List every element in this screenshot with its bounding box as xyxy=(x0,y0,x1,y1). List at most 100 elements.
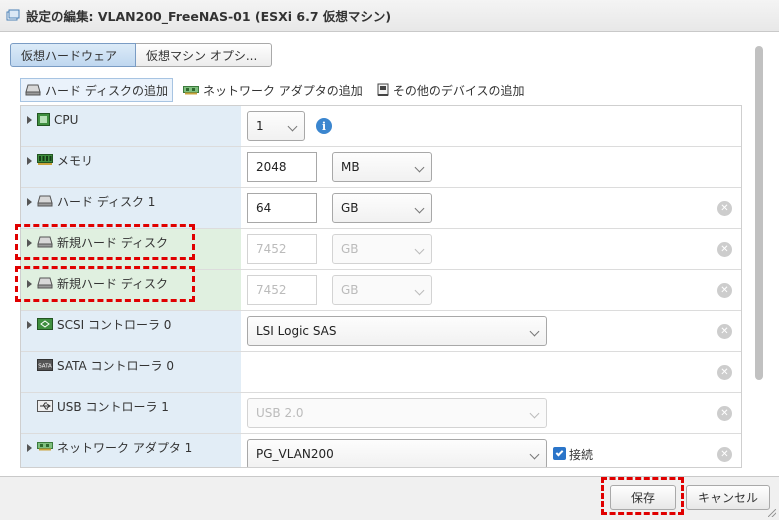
hard-disk-unit-value: GB xyxy=(341,201,359,215)
device-value-cell: 2048 MB xyxy=(241,147,741,187)
expand-arrow-icon[interactable] xyxy=(27,116,32,124)
remove-device-icon[interactable]: ✕ xyxy=(717,242,732,257)
expand-arrow-icon[interactable] xyxy=(27,198,32,206)
usb-type-value: USB 2.0 xyxy=(256,406,304,420)
remove-device-icon[interactable]: ✕ xyxy=(717,324,732,339)
port-group-value: PG_VLAN200 xyxy=(256,447,334,461)
device-label-cell[interactable]: メモリ xyxy=(21,147,241,187)
other-device-icon xyxy=(377,83,389,96)
network-adapter-icon xyxy=(182,86,199,95)
device-label: 新規ハード ディスク xyxy=(57,236,168,250)
add-network-adapter-button[interactable]: ネットワーク アダプタの追加 xyxy=(179,78,367,102)
expand-arrow-icon[interactable] xyxy=(27,280,32,288)
dialog-title: 設定の編集: VLAN200_FreeNAS-01 (ESXi 6.7 仮想マシ… xyxy=(26,9,392,24)
chevron-down-icon xyxy=(414,162,425,173)
device-value-cell: PG_VLAN200 接続 ✕ xyxy=(241,434,741,467)
chevron-down-icon xyxy=(414,203,425,214)
hard-disk-icon xyxy=(37,236,53,248)
device-label-cell[interactable]: 新規ハード ディスク xyxy=(21,229,241,269)
new-disk-unit-value: GB xyxy=(341,242,359,256)
device-value-cell: ✕ xyxy=(241,352,741,392)
device-label: ネットワーク アダプタ 1 xyxy=(57,441,193,455)
expand-arrow-icon[interactable] xyxy=(27,321,32,329)
port-group-select[interactable]: PG_VLAN200 xyxy=(247,439,547,467)
device-label: SATA コントローラ 0 xyxy=(57,359,174,373)
remove-device-icon[interactable]: ✕ xyxy=(717,283,732,298)
device-label: USB コントローラ 1 xyxy=(57,400,169,414)
add-hard-disk-button[interactable]: ハード ディスクの追加 xyxy=(20,78,173,102)
device-label-cell[interactable]: USB コントローラ 1 xyxy=(21,393,241,433)
device-label: メモリ xyxy=(57,154,94,168)
add-other-device-button[interactable]: その他のデバイスの追加 xyxy=(373,78,529,102)
remove-device-icon[interactable]: ✕ xyxy=(717,365,732,380)
connect-checkbox[interactable] xyxy=(553,447,566,460)
add-device-toolbar: ハード ディスクの追加 ネットワーク アダプタの追加 その他のデバイスの追加 xyxy=(20,78,534,102)
new-disk-unit-select[interactable]: GB xyxy=(332,234,432,264)
device-row-new-hard-disk: 新規ハード ディスク 7452 GB ✕ xyxy=(21,229,741,270)
resize-grip-icon[interactable] xyxy=(768,509,776,517)
cpu-count-value: 1 xyxy=(256,119,264,133)
cpu-count-select[interactable]: 1 xyxy=(247,111,305,141)
remove-device-icon[interactable]: ✕ xyxy=(717,447,732,462)
info-icon[interactable]: i xyxy=(316,118,332,134)
tab-virtual-hardware[interactable]: 仮想ハードウェア xyxy=(10,43,136,67)
settings-tabs: 仮想ハードウェア 仮想マシン オプシ... xyxy=(10,43,272,67)
memory-unit-select[interactable]: MB xyxy=(332,152,432,182)
vm-settings-icon xyxy=(6,9,20,20)
device-row-hard-disk-1: ハード ディスク 1 64 GB ✕ xyxy=(21,188,741,229)
new-disk-size-input[interactable]: 7452 xyxy=(247,234,317,264)
new-disk-unit-select[interactable]: GB xyxy=(332,275,432,305)
hard-disk-size-input[interactable]: 64 xyxy=(247,193,317,223)
dialog-footer: 保存 キャンセル xyxy=(0,476,779,520)
scsi-type-select[interactable]: LSI Logic SAS xyxy=(247,316,547,346)
device-row-sata-controller: SATA SATA コントローラ 0 ✕ xyxy=(21,352,741,393)
memory-icon xyxy=(37,154,53,165)
chevron-down-icon xyxy=(529,326,540,337)
connect-label: 接続 xyxy=(569,448,594,462)
remove-device-icon[interactable]: ✕ xyxy=(717,201,732,216)
device-row-new-hard-disk: 新規ハード ディスク 7452 GB ✕ xyxy=(21,270,741,311)
usb-type-select[interactable]: USB 2.0 xyxy=(247,398,547,428)
sata-controller-icon: SATA xyxy=(37,359,53,371)
device-label-cell[interactable]: SATA SATA コントローラ 0 xyxy=(21,352,241,392)
expand-arrow-icon[interactable] xyxy=(27,444,32,452)
device-label-cell[interactable]: SCSI コントローラ 0 xyxy=(21,311,241,351)
device-label-cell[interactable]: ネットワーク アダプタ 1 xyxy=(21,434,241,467)
device-label: CPU xyxy=(54,113,79,127)
chevron-down-icon xyxy=(529,408,540,419)
chevron-down-icon xyxy=(414,244,425,255)
device-row-cpu: CPU 1 i xyxy=(21,106,741,147)
scsi-controller-icon xyxy=(37,318,53,330)
cancel-button[interactable]: キャンセル xyxy=(686,485,770,510)
save-button[interactable]: 保存 xyxy=(610,485,676,510)
device-value-cell: 64 GB ✕ xyxy=(241,188,741,228)
chevron-down-icon xyxy=(414,285,425,296)
device-label: SCSI コントローラ 0 xyxy=(57,318,172,332)
device-label-cell[interactable]: ハード ディスク 1 xyxy=(21,188,241,228)
tab-vm-options[interactable]: 仮想マシン オプシ... xyxy=(136,43,272,67)
hard-disk-icon xyxy=(37,195,53,207)
dialog-title-bar: 設定の編集: VLAN200_FreeNAS-01 (ESXi 6.7 仮想マシ… xyxy=(0,0,779,32)
network-adapter-icon xyxy=(37,442,53,451)
new-disk-size-input[interactable]: 7452 xyxy=(247,275,317,305)
device-value-cell: USB 2.0 ✕ xyxy=(241,393,741,433)
device-label: 新規ハード ディスク xyxy=(57,277,168,291)
scrollbar-thumb[interactable] xyxy=(755,46,763,380)
add-network-adapter-label: ネットワーク アダプタの追加 xyxy=(202,83,363,98)
memory-size-input[interactable]: 2048 xyxy=(247,152,317,182)
device-row-scsi-controller: SCSI コントローラ 0 LSI Logic SAS ✕ xyxy=(21,311,741,352)
expand-arrow-icon[interactable] xyxy=(27,157,32,165)
hard-disk-unit-select[interactable]: GB xyxy=(332,193,432,223)
add-other-device-label: その他のデバイスの追加 xyxy=(392,83,525,98)
device-label-cell[interactable]: 新規ハード ディスク xyxy=(21,270,241,310)
chevron-down-icon xyxy=(529,449,540,460)
expand-arrow-icon[interactable] xyxy=(27,239,32,247)
device-value-cell: 7452 GB ✕ xyxy=(241,229,741,269)
device-label-cell[interactable]: CPU xyxy=(21,106,241,146)
remove-device-icon[interactable]: ✕ xyxy=(717,406,732,421)
device-value-cell: 1 i xyxy=(241,106,741,146)
device-row-network-adapter: ネットワーク アダプタ 1 PG_VLAN200 接続 ✕ xyxy=(21,434,741,467)
device-value-cell: LSI Logic SAS ✕ xyxy=(241,311,741,351)
add-hard-disk-label: ハード ディスクの追加 xyxy=(45,83,168,98)
dialog-scrollbar[interactable] xyxy=(753,46,765,466)
